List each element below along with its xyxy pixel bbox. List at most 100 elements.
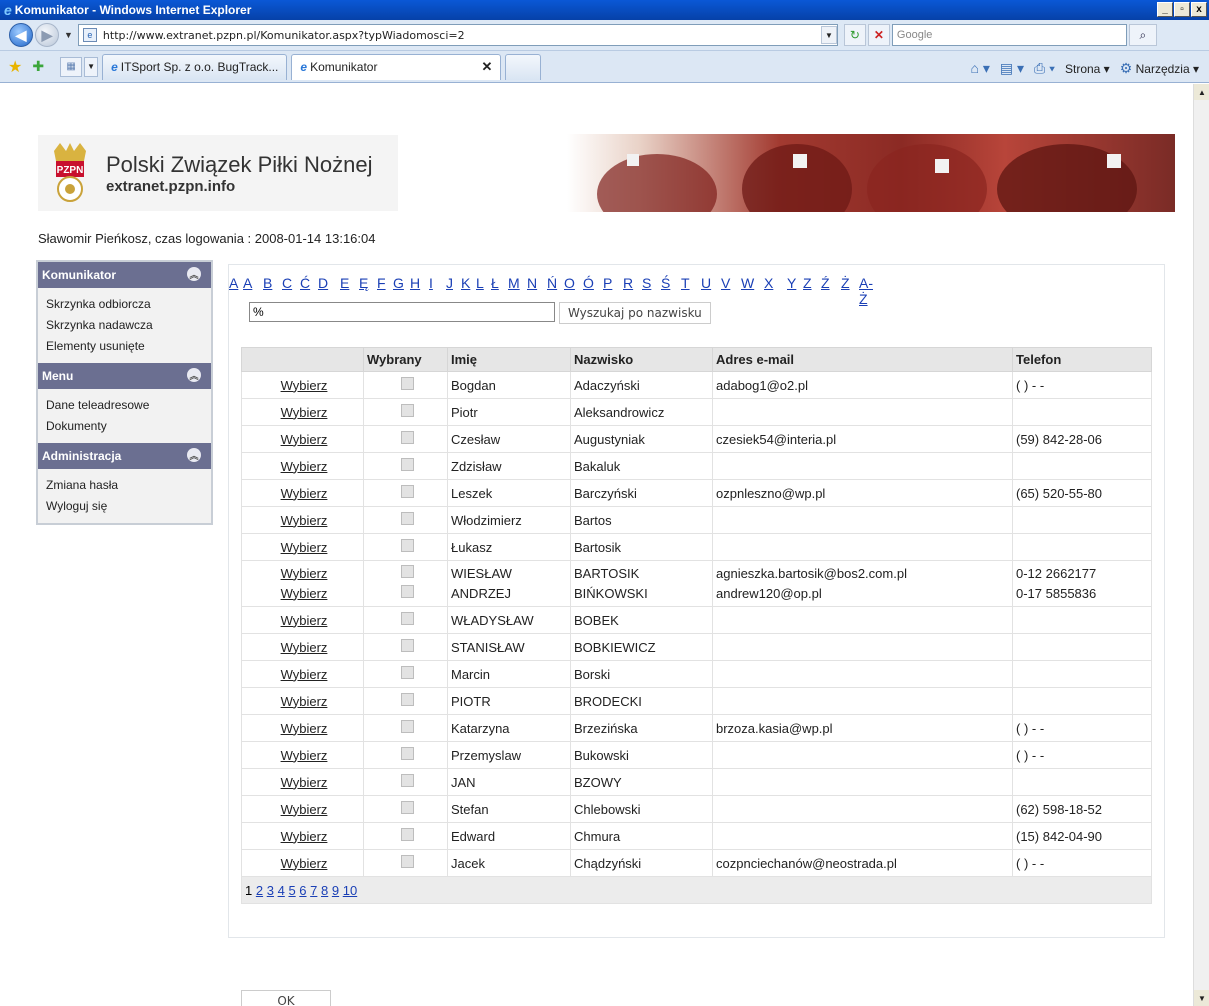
sidebar-header-administracja[interactable]: Administracja ︽ bbox=[38, 443, 211, 469]
sidebar-header-komunikator[interactable]: Komunikator ︽ bbox=[38, 262, 211, 288]
pager-link[interactable]: 8 bbox=[321, 883, 328, 898]
search-field[interactable]: Google bbox=[891, 24, 1127, 46]
selected-checkbox[interactable] bbox=[400, 828, 414, 841]
scroll-up-icon[interactable]: ▲ bbox=[1194, 84, 1209, 100]
page-menu[interactable]: Strona ▾ bbox=[1065, 62, 1110, 76]
select-link[interactable]: Wybierz bbox=[281, 667, 328, 682]
url-field[interactable]: e http://www.extranet.pzpn.pl/Komunikato… bbox=[77, 24, 838, 46]
alpha-link[interactable]: Z bbox=[803, 275, 821, 307]
search-go-button[interactable]: ⌕ bbox=[1128, 24, 1157, 46]
sidebar-item-skrzynka-odbiorcza[interactable]: Skrzynka odbiorcza bbox=[46, 294, 211, 315]
pager-link[interactable]: 6 bbox=[299, 883, 306, 898]
tools-menu[interactable]: ⚙ Narzędzia ▾ bbox=[1120, 60, 1199, 77]
minimize-button[interactable]: _ bbox=[1157, 2, 1173, 17]
collapse-icon[interactable]: ︽ bbox=[187, 448, 201, 462]
pager-link[interactable]: 5 bbox=[288, 883, 295, 898]
select-link[interactable]: Wybierz bbox=[281, 721, 328, 736]
selected-checkbox[interactable] bbox=[400, 431, 414, 444]
selected-checkbox[interactable] bbox=[400, 512, 414, 525]
alpha-link[interactable]: Y bbox=[787, 275, 803, 307]
selected-checkbox[interactable] bbox=[400, 720, 414, 733]
feeds-icon[interactable]: ▤ ▾ bbox=[1000, 60, 1024, 77]
tab-bugtrack[interactable]: e ITSport Sp. z o.o. BugTrack... bbox=[102, 53, 288, 80]
back-button[interactable]: ◀ bbox=[9, 23, 33, 47]
selected-checkbox[interactable] bbox=[400, 639, 414, 652]
select-link[interactable]: Wybierz bbox=[281, 829, 328, 844]
scroll-down-icon[interactable]: ▼ bbox=[1194, 990, 1209, 1006]
sidebar-item-wyloguj[interactable]: Wyloguj się bbox=[46, 496, 211, 517]
favorites-star-icon[interactable]: ★ bbox=[8, 57, 22, 77]
selected-checkbox[interactable] bbox=[400, 539, 414, 552]
print-icon[interactable]: ⎙ ▾ bbox=[1034, 60, 1055, 77]
selected-checkbox[interactable] bbox=[400, 666, 414, 679]
selected-checkbox[interactable] bbox=[400, 855, 414, 868]
select-link[interactable]: Wybierz bbox=[281, 856, 328, 871]
select-link[interactable]: Wybierz bbox=[281, 405, 328, 420]
history-dropdown-icon[interactable]: ▼ bbox=[64, 30, 73, 40]
sidebar-item-dokumenty[interactable]: Dokumenty bbox=[46, 416, 211, 437]
selected-checkbox[interactable] bbox=[400, 747, 414, 760]
collapse-icon[interactable]: ︽ bbox=[187, 368, 201, 382]
refresh-button[interactable]: ↻ bbox=[843, 24, 866, 46]
quick-tabs-icon[interactable]: ▦ bbox=[60, 56, 83, 77]
select-link[interactable]: Wybierz bbox=[281, 486, 328, 501]
forward-button[interactable]: ▶ bbox=[35, 23, 59, 47]
select-link[interactable]: Wybierz bbox=[281, 378, 328, 393]
select-link[interactable]: Wybierz bbox=[281, 775, 328, 790]
close-tab-icon[interactable]: ✕ bbox=[481, 59, 492, 75]
selected-checkbox[interactable] bbox=[400, 612, 414, 625]
select-link[interactable]: Wybierz bbox=[281, 748, 328, 763]
new-tab[interactable] bbox=[505, 53, 542, 80]
select-link[interactable]: Wybierz bbox=[281, 694, 328, 709]
alpha-link[interactable]: Ż bbox=[841, 275, 859, 307]
selected-checkbox[interactable] bbox=[400, 774, 414, 787]
surname-search-input[interactable] bbox=[249, 302, 555, 322]
pager-link[interactable]: 3 bbox=[267, 883, 274, 898]
sidebar-item-skrzynka-nadawcza[interactable]: Skrzynka nadawcza bbox=[46, 315, 211, 336]
home-icon[interactable]: ⌂ ▾ bbox=[970, 60, 989, 77]
pager-link[interactable]: 4 bbox=[278, 883, 285, 898]
alpha-link[interactable]: W bbox=[741, 275, 764, 307]
alpha-link[interactable]: A bbox=[229, 275, 243, 307]
selected-checkbox[interactable] bbox=[400, 564, 414, 578]
search-by-surname-button[interactable]: Wyszukaj po nazwisku bbox=[559, 302, 711, 324]
selected-checkbox[interactable] bbox=[400, 458, 414, 471]
tab-list-dropdown-icon[interactable]: ▼ bbox=[84, 56, 99, 77]
sidebar-item-dane-teleadresowe[interactable]: Dane teleadresowe bbox=[46, 395, 211, 416]
sidebar-header-menu[interactable]: Menu ︽ bbox=[38, 363, 211, 389]
tab-komunikator[interactable]: e Komunikator ✕ bbox=[291, 53, 502, 80]
pager-link[interactable]: 2 bbox=[256, 883, 263, 898]
ok-button[interactable]: OK bbox=[241, 990, 331, 1006]
stop-button[interactable]: ✕ bbox=[867, 24, 890, 46]
url-dropdown-icon[interactable]: ▼ bbox=[820, 26, 837, 44]
pager-link[interactable]: 10 bbox=[343, 883, 357, 898]
select-link[interactable]: Wybierz bbox=[281, 459, 328, 474]
select-link[interactable]: Wybierz bbox=[281, 802, 328, 817]
pager-link[interactable]: 9 bbox=[332, 883, 339, 898]
sidebar-item-zmiana-hasla[interactable]: Zmiana hasła bbox=[46, 475, 211, 496]
selected-checkbox[interactable] bbox=[400, 801, 414, 814]
selected-checkbox[interactable] bbox=[400, 693, 414, 706]
alpha-link[interactable]: Ź bbox=[821, 275, 841, 307]
pager-link[interactable]: 7 bbox=[310, 883, 317, 898]
sidebar-item-elementy-usuniete[interactable]: Elementy usunięte bbox=[46, 336, 211, 357]
select-link[interactable]: Wybierz bbox=[281, 566, 328, 581]
select-link[interactable]: Wybierz bbox=[281, 613, 328, 628]
alpha-link[interactable]: V bbox=[721, 275, 741, 307]
selected-checkbox[interactable] bbox=[400, 584, 414, 598]
close-button[interactable]: x bbox=[1191, 2, 1207, 17]
select-link[interactable]: Wybierz bbox=[281, 540, 328, 555]
vertical-scrollbar[interactable]: ▲ ▼ bbox=[1193, 84, 1209, 1006]
select-link[interactable]: Wybierz bbox=[281, 640, 328, 655]
maximize-button[interactable]: ▫ bbox=[1174, 2, 1190, 17]
select-link[interactable]: Wybierz bbox=[281, 586, 328, 601]
add-favorites-icon[interactable]: ✚ bbox=[32, 58, 44, 75]
select-link[interactable]: Wybierz bbox=[281, 432, 328, 447]
collapse-icon[interactable]: ︽ bbox=[187, 267, 201, 281]
selected-checkbox[interactable] bbox=[400, 377, 414, 390]
selected-checkbox[interactable] bbox=[400, 404, 414, 417]
alpha-link[interactable]: A-Ż bbox=[859, 275, 879, 307]
alpha-link[interactable]: X bbox=[764, 275, 787, 307]
select-link[interactable]: Wybierz bbox=[281, 513, 328, 528]
selected-checkbox[interactable] bbox=[400, 485, 414, 498]
